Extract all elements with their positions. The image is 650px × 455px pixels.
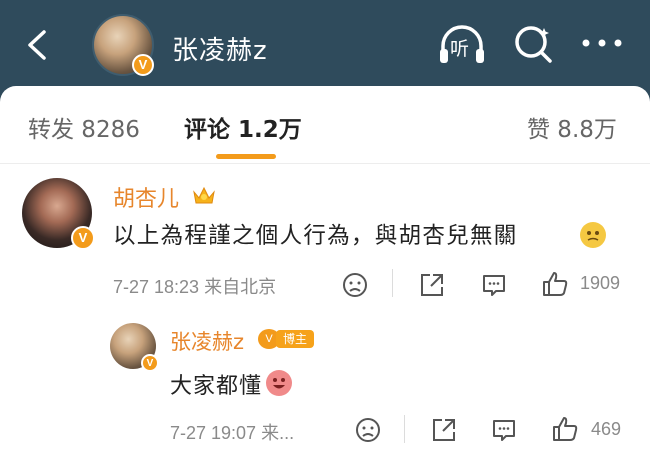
reply-meta: 7-27 19:07 来... — [170, 423, 295, 443]
tab-repost[interactable]: 转发 8286 — [28, 110, 140, 144]
like-count: 1909 — [580, 273, 621, 293]
tab-comments[interactable]: 评论 1.2万 — [184, 110, 302, 144]
comment-text: 以上為程謹之個人行為，與胡杏兒無關 — [113, 223, 518, 249]
share-icon[interactable] — [430, 416, 458, 444]
more-options-icon[interactable] — [580, 28, 624, 58]
comment-meta: 7-27 18:23 来自北京 — [113, 277, 277, 297]
listen-button[interactable]: 听 — [437, 22, 487, 68]
tab-likes[interactable]: 赞 8.8万 — [527, 110, 617, 144]
top-bar: V 张凌赫z 听 — [0, 0, 650, 92]
active-tab-indicator — [216, 154, 276, 159]
commenter-avatar[interactable]: V — [22, 178, 95, 250]
tab-bar: 转发 8286 评论 1.2万 赞 8.8万 — [0, 86, 650, 164]
share-icon[interactable] — [418, 271, 446, 299]
reply-text: 大家都懂 — [170, 374, 263, 399]
header-user-name[interactable]: 张凌赫z — [172, 30, 268, 67]
header-avatar[interactable]: V — [92, 14, 154, 76]
dislike-face-icon[interactable] — [355, 417, 381, 443]
back-arrow-icon[interactable] — [20, 28, 54, 62]
like-icon[interactable] — [550, 414, 580, 444]
blogger-badge: 博主 — [276, 330, 314, 348]
dislike-face-icon[interactable] — [342, 272, 368, 298]
commenter-name[interactable]: 胡杏儿 — [113, 181, 179, 213]
like-count: 469 — [591, 419, 622, 439]
reply-name[interactable]: 张凌赫z — [170, 326, 244, 356]
search-icon[interactable] — [512, 22, 556, 66]
comment-icon[interactable] — [480, 271, 508, 299]
divider — [404, 415, 405, 443]
verified-badge: V — [132, 54, 154, 76]
verified-badge: V — [141, 354, 159, 372]
emoji-icon — [580, 222, 606, 248]
divider — [392, 269, 393, 297]
comment-icon[interactable] — [490, 416, 518, 444]
emoji-icon — [266, 370, 292, 396]
reply-avatar[interactable]: V — [110, 323, 159, 372]
crown-icon — [193, 186, 215, 204]
listen-label: 听 — [450, 38, 470, 60]
like-icon[interactable] — [540, 269, 570, 299]
verified-badge: V — [71, 226, 95, 250]
